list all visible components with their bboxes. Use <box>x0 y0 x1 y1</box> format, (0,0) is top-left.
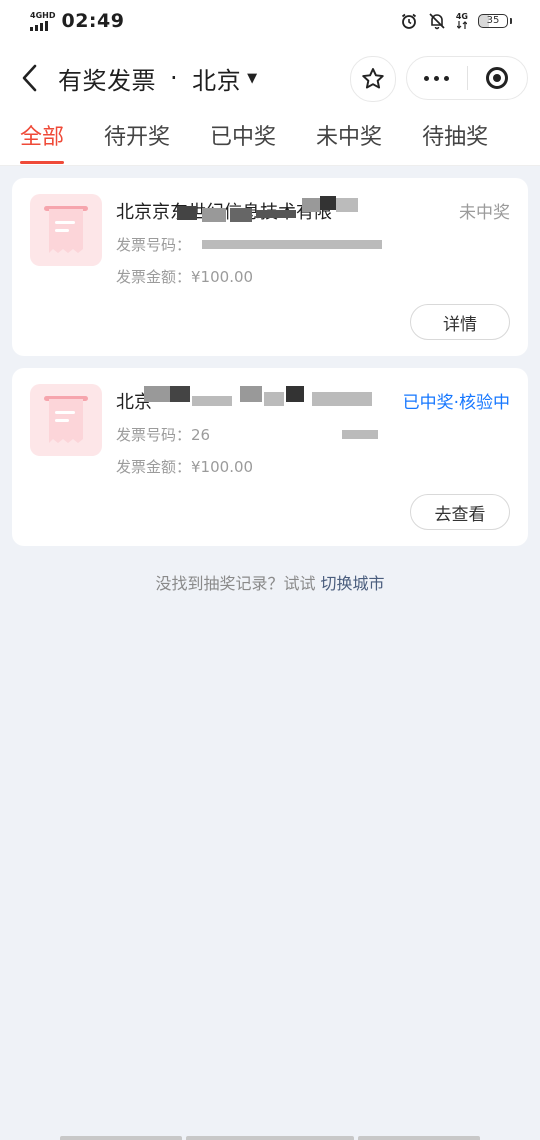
redaction-mask <box>320 196 336 210</box>
invoice-number-value: 26 <box>191 426 211 444</box>
home-indicator <box>60 1136 480 1140</box>
tab-to-draw[interactable]: 待抽奖 <box>422 114 488 154</box>
nav-bar: 有奖发票 · 北京 ▼ <box>0 42 540 114</box>
redaction-mask <box>202 208 226 222</box>
tab-bar: 全部 待开奖 已中奖 未中奖 待抽奖 <box>0 114 540 166</box>
caret-down-icon: ▼ <box>247 70 258 86</box>
city-name: 北京 <box>192 66 242 95</box>
invoice-number-label: 发票号码： <box>116 236 192 254</box>
nav-actions <box>350 56 528 102</box>
status-right: 4G 35 <box>400 12 512 30</box>
redaction-mask <box>342 430 378 439</box>
page-title: 有奖发票 · 北京 ▼ <box>58 61 258 96</box>
invoice-list: 北京京东世纪信息技术有限 未中奖 发票号码： 发票金额：¥100.00 详情 北… <box>0 166 540 546</box>
tab-pending-draw[interactable]: 待开奖 <box>104 114 170 154</box>
redaction-mask <box>230 208 252 222</box>
invoice-amount-label: 发票金额： <box>116 268 192 286</box>
switch-city-text: 没找到抽奖记录？试试 <box>155 574 321 593</box>
redaction-mask <box>177 206 197 220</box>
invoice-card: 北京京东世纪信息技术有限 未中奖 发票号码： 发票金额：¥100.00 详情 <box>12 178 528 356</box>
receipt-icon <box>30 194 102 266</box>
invoice-number-label: 发票号码： <box>116 426 192 444</box>
miniapp-capsule <box>406 56 528 100</box>
more-dots-icon <box>424 75 450 81</box>
redaction-mask <box>144 386 170 402</box>
more-button[interactable] <box>407 56 467 100</box>
network-type-label: 4GHD <box>30 10 56 20</box>
redaction-mask <box>202 240 382 249</box>
signal-bars <box>30 20 48 31</box>
invoice-amount-value: ¥100.00 <box>191 458 254 476</box>
redaction-mask <box>264 392 284 406</box>
invoice-amount-label: 发票金额： <box>116 458 192 476</box>
signal-icon: 4GHD <box>30 10 56 31</box>
redaction-mask <box>256 210 296 218</box>
invoice-status: 已中奖·核验中 <box>402 393 510 413</box>
network-4g-label: 4G <box>455 12 468 21</box>
redaction-mask <box>336 198 358 212</box>
switch-city-tip: 没找到抽奖记录？试试 切换城市 <box>0 570 540 594</box>
favorite-button[interactable] <box>350 56 396 102</box>
redaction-mask <box>312 392 372 406</box>
chevron-left-icon <box>22 64 37 92</box>
close-miniapp-button[interactable] <box>467 56 527 100</box>
details-button[interactable]: 详情 <box>410 304 510 340</box>
invoice-status: 未中奖 <box>459 203 510 223</box>
invoice-amount-row: 发票金额：¥100.00 <box>116 456 253 477</box>
invoice-number-row: 发票号码： <box>116 234 191 255</box>
redaction-mask <box>192 396 232 406</box>
invoice-number-row: 发票号码：26 <box>116 424 210 445</box>
back-button[interactable] <box>18 64 42 92</box>
battery-icon: 35 <box>478 14 512 28</box>
invoice-card: 北京 已中奖·核验中 发票号码：26 发票金额：¥100.00 去查看 <box>12 368 528 546</box>
title-separator: · <box>170 64 179 92</box>
invoice-amount-value: ¥100.00 <box>191 268 254 286</box>
invoice-amount-row: 发票金额：¥100.00 <box>116 266 253 287</box>
mute-icon <box>428 12 446 30</box>
tab-not-won[interactable]: 未中奖 <box>316 114 382 154</box>
redaction-mask <box>286 386 304 402</box>
tab-won[interactable]: 已中奖 <box>210 114 276 154</box>
status-time: 02:49 <box>61 10 125 32</box>
receipt-icon <box>30 384 102 456</box>
status-bar: 4GHD 02:49 4G 35 <box>0 0 540 42</box>
page-title-text: 有奖发票 <box>58 66 156 95</box>
redaction-mask <box>240 386 262 402</box>
target-icon <box>486 67 509 89</box>
status-left: 4GHD 02:49 <box>30 10 124 32</box>
view-button[interactable]: 去查看 <box>410 494 510 530</box>
star-icon <box>362 68 384 89</box>
alarm-icon <box>400 12 418 30</box>
redaction-mask <box>302 198 320 212</box>
battery-level: 35 <box>478 14 508 28</box>
redaction-mask <box>170 386 190 402</box>
tab-all[interactable]: 全部 <box>20 114 65 164</box>
network-4g-icon: 4G <box>456 13 468 29</box>
switch-city-link[interactable]: 切换城市 <box>321 574 385 593</box>
city-selector[interactable]: 北京 ▼ <box>192 61 258 96</box>
